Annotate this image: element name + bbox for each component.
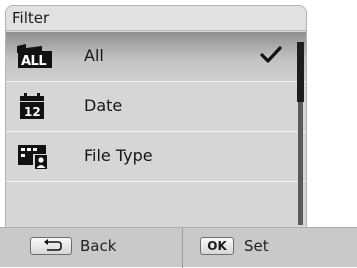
- menu-empty-row: [6, 182, 306, 227]
- all-files-icon: ALL: [17, 44, 52, 69]
- ok-key-label: OK: [207, 239, 227, 253]
- ok-key: OK: [200, 237, 234, 255]
- check-icon: [260, 46, 282, 63]
- svg-text:12: 12: [24, 105, 41, 119]
- menu-item-label: File Type: [84, 146, 153, 165]
- back-arrow-icon: [44, 239, 62, 251]
- menu-item-all[interactable]: ALL All: [6, 32, 306, 82]
- menu-item-label: All: [84, 46, 104, 65]
- filter-menu: ALL All 12 Date File Type: [6, 32, 306, 227]
- back-key: [30, 237, 72, 255]
- set-button[interactable]: OK Set: [183, 228, 357, 268]
- file-type-icon: [18, 145, 47, 169]
- bottom-bar: Back OK Set: [0, 227, 357, 268]
- filter-panel: Filter ALL All 12 Date File Type: [5, 5, 307, 228]
- menu-item-label: Date: [84, 96, 123, 115]
- panel-title: Filter: [12, 9, 50, 27]
- set-label: Set: [244, 237, 269, 255]
- panel-title-bar: Filter: [6, 6, 306, 31]
- back-label: Back: [80, 237, 117, 255]
- back-button[interactable]: Back: [0, 228, 183, 268]
- scrollbar-thumb[interactable]: [297, 42, 304, 102]
- menu-item-date[interactable]: 12 Date: [6, 82, 306, 132]
- calendar-icon: 12: [20, 93, 44, 119]
- svg-text:ALL: ALL: [21, 54, 46, 69]
- menu-item-file-type[interactable]: File Type: [6, 132, 306, 182]
